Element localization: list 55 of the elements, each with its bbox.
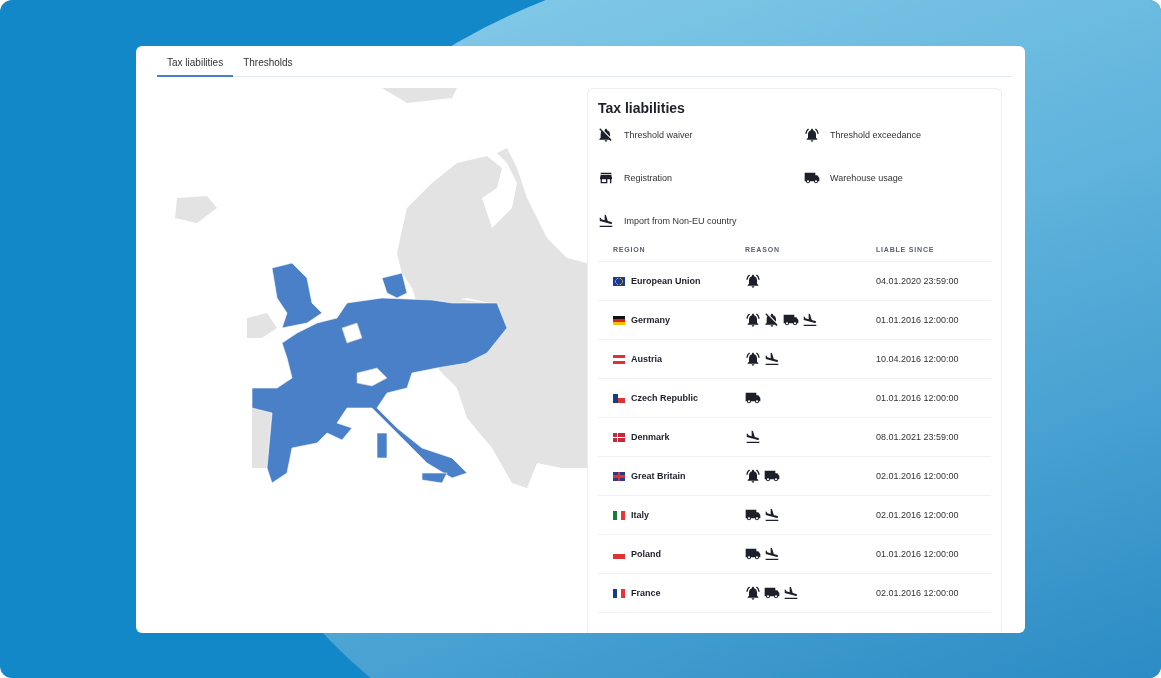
landing-plane-icon <box>764 351 780 367</box>
liable-since-date: 02.01.2016 12:00:00 <box>876 471 960 481</box>
region-name: Italy <box>631 510 649 520</box>
flag-icon <box>613 354 625 364</box>
legend-label: Warehouse usage <box>830 172 903 183</box>
liable-since-date: 04.01.2020 23:59:00 <box>876 276 960 286</box>
liable-since-date: 01.01.2016 12:00:00 <box>876 315 960 325</box>
flag-icon <box>613 393 625 403</box>
liable-since-date: 02.01.2016 12:00:00 <box>876 510 960 520</box>
liable-since-date: 10.04.2016 12:00:00 <box>876 354 960 364</box>
tab[interactable]: Thresholds <box>233 53 303 77</box>
region-name: Poland <box>631 549 661 559</box>
landing-plane-icon <box>783 585 799 601</box>
flag-icon <box>613 588 625 598</box>
ringing-bell-icon <box>745 312 761 328</box>
legend-label: Threshold exceedance <box>830 129 922 140</box>
flag-icon <box>613 432 625 442</box>
region-name: Czech Republic <box>631 393 698 403</box>
truck-icon <box>745 390 761 406</box>
landing-plane-icon <box>802 312 818 328</box>
truck-icon <box>745 507 761 523</box>
ringing-bell-icon <box>745 585 761 601</box>
muted-bell-icon <box>598 126 614 143</box>
region-name: Denmark <box>631 432 670 442</box>
legend-label: Threshold waiver <box>624 129 693 140</box>
flag-icon <box>613 510 625 520</box>
landing-plane-icon <box>764 546 780 562</box>
landing-plane-icon <box>598 212 614 229</box>
tab[interactable]: Tax liabilities <box>157 53 234 77</box>
flag-icon <box>613 471 625 481</box>
liable-since-date: 01.01.2016 12:00:00 <box>876 393 960 403</box>
eu-flag-icon <box>613 276 625 286</box>
muted-bell-icon <box>764 312 780 328</box>
panel-title: Tax liabilities <box>598 100 686 116</box>
legend-label: Import from Non-EU country <box>624 215 737 226</box>
ringing-bell-icon <box>804 126 820 143</box>
region-name: European Union <box>631 276 701 286</box>
ringing-bell-icon <box>745 273 761 289</box>
liable-since-date: 02.01.2016 12:00:00 <box>876 588 960 598</box>
truck-icon <box>745 546 761 562</box>
region-name: France <box>631 588 661 598</box>
region-name: Great Britain <box>631 471 686 481</box>
ringing-bell-icon <box>745 468 761 484</box>
ringing-bell-icon <box>745 351 761 367</box>
legend-label: Registration <box>624 172 673 183</box>
landing-plane-icon <box>745 429 761 445</box>
truck-icon <box>783 312 799 328</box>
truck-icon <box>764 585 780 601</box>
flag-icon <box>613 315 625 325</box>
truck-icon <box>764 468 780 484</box>
landing-plane-icon <box>764 507 780 523</box>
region-name: Austria <box>631 354 662 364</box>
region-name: Germany <box>631 315 671 325</box>
liable-since-date: 08.01.2021 23:59:00 <box>876 432 960 442</box>
liable-since-date: 01.01.2016 12:00:00 <box>876 549 960 559</box>
